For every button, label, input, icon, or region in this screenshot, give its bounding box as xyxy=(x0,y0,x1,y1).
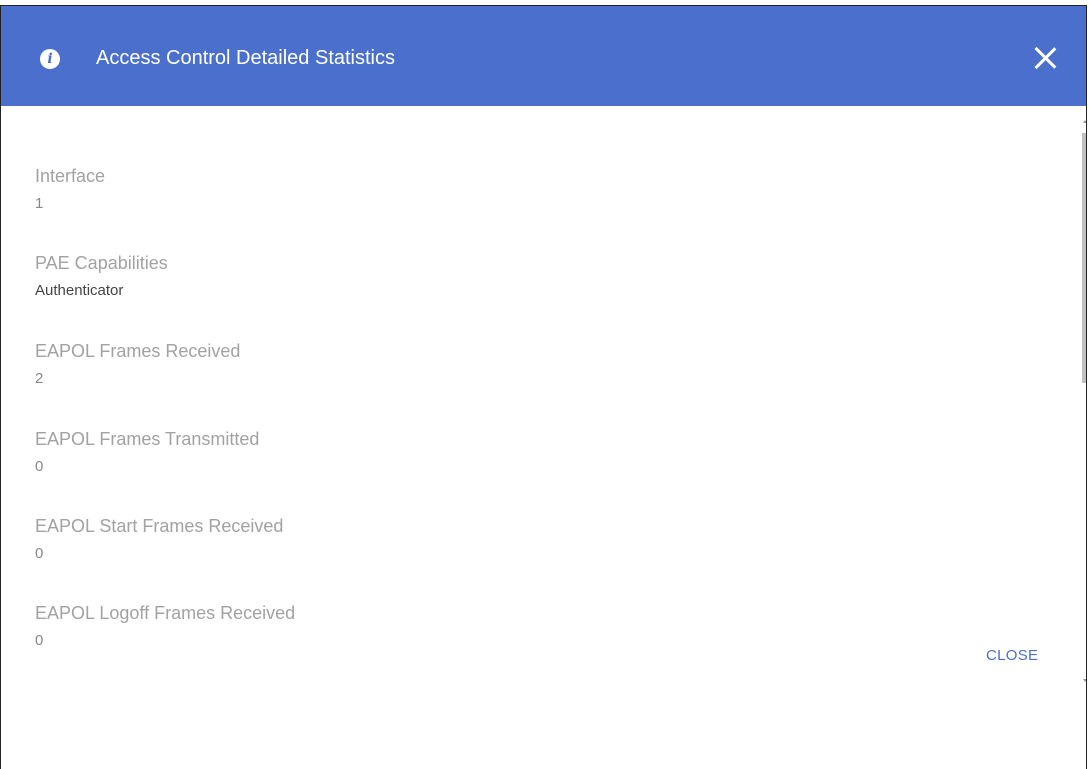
field-label: PAE Capabilities xyxy=(35,253,168,273)
field-label: EAPOL Frames Transmitted xyxy=(35,429,260,449)
field-eapol-frames-received: EAPOL Frames Received 2 xyxy=(35,339,935,389)
info-icon: i xyxy=(40,49,60,69)
field-value: 0 xyxy=(35,632,44,649)
field-label: EAPOL Logoff Frames Received xyxy=(35,603,296,623)
field-eapol-frames-transmitted: EAPOL Frames Transmitted 0 xyxy=(35,427,935,477)
statistics-dialog: i Access Control Detailed Statistics Int… xyxy=(0,5,1087,769)
dialog-body: Interface 1 PAE Capabilities Authenticat… xyxy=(1,106,1081,686)
field-label: EAPOL Start Frames Received xyxy=(35,516,284,536)
field-value: 2 xyxy=(35,370,44,387)
field-label: EAPOL Frames Received xyxy=(35,341,241,361)
field-interface: Interface 1 xyxy=(35,164,935,214)
field-pae-capabilities: PAE Capabilities Authenticator xyxy=(35,251,935,301)
dialog-header: i Access Control Detailed Statistics xyxy=(1,6,1086,106)
scroll-up-arrow-icon[interactable] xyxy=(1083,120,1086,123)
field-value: 1 xyxy=(35,195,44,212)
dialog-title: Access Control Detailed Statistics xyxy=(96,47,396,69)
field-label: Interface xyxy=(35,166,106,186)
close-icon[interactable] xyxy=(1031,44,1059,72)
scroll-thumb[interactable] xyxy=(1082,133,1086,383)
scroll-down-arrow-icon[interactable] xyxy=(1083,679,1086,682)
field-eapol-logoff-frames-received: EAPOL Logoff Frames Received 0 xyxy=(35,601,935,651)
scrollbar[interactable] xyxy=(1076,111,1086,691)
field-eapol-start-frames-received: EAPOL Start Frames Received 0 xyxy=(35,514,935,564)
close-button[interactable]: CLOSE xyxy=(986,646,1038,666)
field-value: Authenticator xyxy=(35,282,124,299)
page: i Access Control Detailed Statistics Int… xyxy=(0,0,1089,769)
field-value: 0 xyxy=(35,545,44,562)
field-value: 0 xyxy=(35,458,44,475)
